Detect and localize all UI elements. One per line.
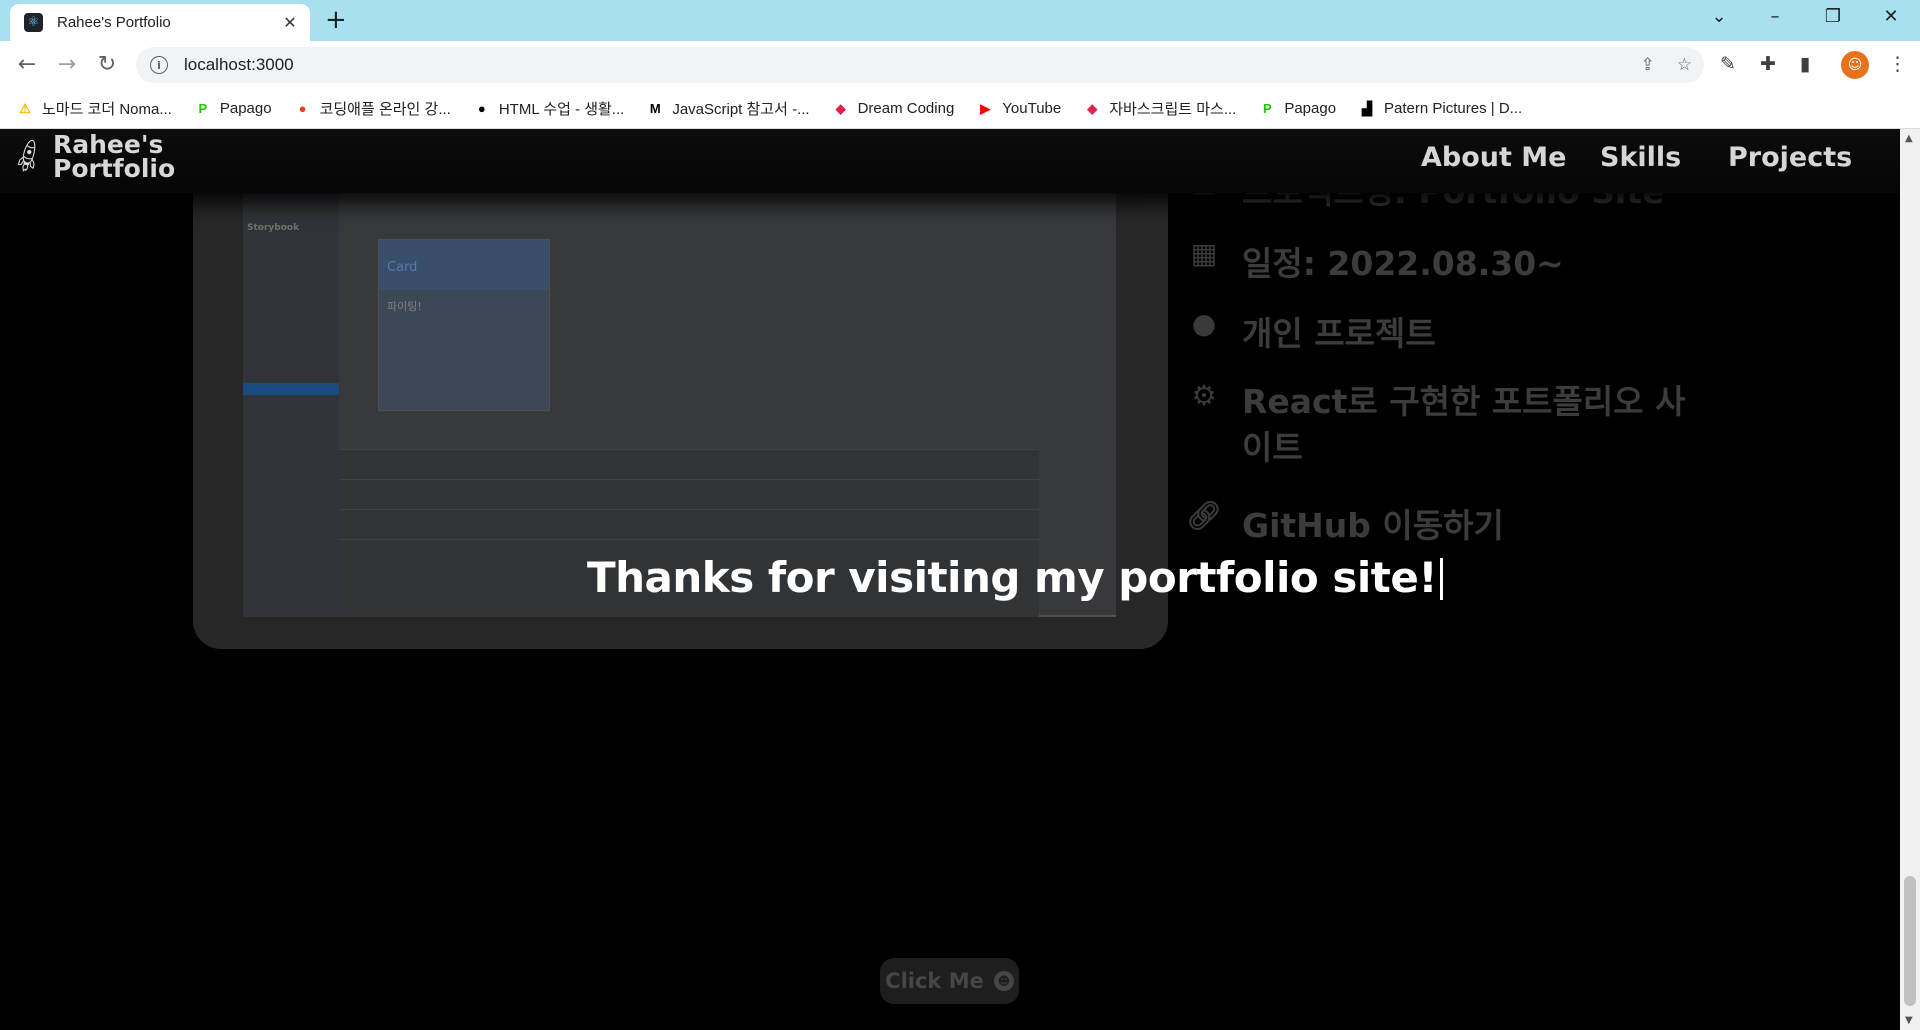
project-date-row: ▦ 일정: 2022.08.30~ (1186, 237, 1564, 285)
bookmark-label: Dream Coding (857, 100, 955, 117)
new-tab-button[interactable]: + (325, 7, 347, 33)
browser-titlebar: ⚛ Rahee's Portfolio ✕ + ⌄ – ❐ ✕ (0, 0, 1920, 41)
bookmark-item[interactable]: ● HTML 수업 - 생활... (473, 98, 624, 119)
eyedropper-icon[interactable]: ✎ (1720, 53, 1736, 75)
browser-tab[interactable]: ⚛ Rahee's Portfolio ✕ (10, 4, 310, 41)
bookmark-star-icon[interactable]: ☆ (1677, 55, 1692, 75)
restore-icon[interactable]: ❐ (1818, 6, 1848, 27)
user-icon: ● (1191, 307, 1217, 340)
window-close-icon[interactable]: ✕ (1876, 6, 1906, 27)
smile-icon: ☻ (993, 971, 1014, 991)
bookmark-label: 코딩애플 온라인 강... (319, 101, 451, 118)
bookmark-item[interactable]: ▟ Patern Pictures | D... (1358, 100, 1522, 118)
menu-icon[interactable]: ⋮ (1888, 53, 1907, 75)
browser-toolbar: ← → ↻ i localhost:3000 ⇪ ☆ ✎ ✚ ▮ ☺ ⋮ (0, 41, 1920, 89)
screenshot-card: Card 파이팅! (378, 239, 550, 411)
nomad-coders-icon: ⚠ (19, 100, 31, 116)
tab-search-icon[interactable]: ⌄ (1704, 6, 1734, 27)
back-icon[interactable]: ← (12, 52, 42, 77)
bookmark-item[interactable]: ● 코딩애플 온라인 강... (294, 98, 451, 119)
project-desc-line2: 이트 (1242, 428, 1303, 467)
bookmark-label: HTML 수업 - 생활... (498, 101, 625, 118)
bookmark-item[interactable]: ◆ Dream Coding (832, 100, 955, 118)
scrollbar-thumb[interactable] (1904, 876, 1916, 1006)
dream-coding-icon: ◆ (1087, 100, 1098, 116)
project-desc-line1: React로 구현한 포트폴리오 사 (1242, 382, 1686, 421)
page-scrollbar[interactable]: ▲ ▼ (1900, 129, 1920, 1030)
github-link-label[interactable]: GitHub 이동하기 (1242, 499, 1504, 547)
bookmarks-bar: ⚠ 노마드 코더 Noma... P Papago ● 코딩애플 온라인 강... ● HTM… (0, 89, 1920, 129)
screenshot-card-title: Card (387, 260, 418, 275)
project-type-row: ● 개인 프로젝트 (1186, 307, 1436, 355)
thanks-text: Thanks for visiting my portfolio site! (587, 553, 1438, 602)
dream-coding-icon: ◆ (835, 100, 846, 116)
site-header: 🚀︎ Rahee's Portfolio About Me Skills Pro… (0, 129, 1900, 193)
papago-icon: P (198, 101, 208, 116)
project-date: 일정: 2022.08.30~ (1242, 244, 1564, 283)
profile-avatar[interactable]: ☺ (1841, 51, 1869, 79)
project-desc-row: ⚙ React로 구현한 포트폴리오 사 이트 (1186, 379, 1685, 471)
address-bar[interactable]: i localhost:3000 ⇪ ☆ (136, 47, 1704, 83)
bookmark-item[interactable]: ◆ 자바스크립트 마스... (1083, 98, 1236, 119)
screenshot-card-body: 파이팅! (387, 300, 422, 313)
site-logo[interactable]: 🚀︎ Rahee's Portfolio (7, 132, 176, 183)
bookmark-label: 자바스크립트 마스... (1109, 101, 1237, 118)
bookmark-item[interactable]: P Papago (194, 100, 272, 118)
bookmark-label: JavaScript 참고서 -... (672, 101, 810, 118)
rocket-icon: 🚀︎ (6, 135, 51, 179)
nav-projects[interactable]: Projects (1728, 142, 1852, 173)
site-info-icon[interactable]: i (150, 56, 168, 74)
bookmark-item[interactable]: ▶ YouTube (976, 100, 1061, 118)
mdn-icon: M (649, 101, 661, 116)
logo-line2: Portfolio (53, 154, 176, 183)
bookmark-item[interactable]: M JavaScript 참고서 -... (646, 98, 810, 119)
url-text[interactable]: localhost:3000 (184, 55, 294, 75)
scroll-up-icon[interactable]: ▲ (1905, 133, 1913, 144)
page-viewport: Storybook Card 파이팅! ■ 프로젝트명: Portfolio S… (0, 129, 1900, 1030)
apple-icon: ● (298, 101, 307, 116)
share-icon[interactable]: ⇪ (1641, 55, 1655, 75)
project-type: 개인 프로젝트 (1242, 314, 1436, 353)
bookmark-label: Papago (219, 100, 272, 117)
typing-caret (1440, 558, 1444, 600)
click-me-button[interactable]: Click Me ☻ (880, 958, 1019, 1004)
reload-icon[interactable]: ↻ (92, 52, 122, 77)
link-icon: 🔗︎ (1186, 499, 1222, 532)
screenshot-sidebar-title: Storybook (247, 223, 300, 233)
bookmark-label: YouTube (1002, 100, 1062, 117)
scroll-down-icon[interactable]: ▼ (1905, 1015, 1913, 1026)
youtube-icon: ▶ (980, 100, 991, 116)
extensions-icon[interactable]: ✚ (1760, 53, 1776, 75)
github-link[interactable]: 🔗︎ GitHub 이동하기 (1186, 499, 1504, 547)
screenshot-image: Storybook Card 파이팅! (243, 129, 1116, 617)
bookmark-label: 노마드 코더 Noma... (42, 101, 172, 118)
nav-about-me[interactable]: About Me (1421, 142, 1566, 173)
bookmark-item[interactable]: P Papago (1258, 100, 1336, 118)
click-me-label: Click Me (885, 969, 984, 993)
tab-title: Rahee's Portfolio (57, 14, 171, 31)
calendar-icon: ▦ (1190, 237, 1218, 270)
bookmark-label: Patern Pictures | D... (1384, 100, 1523, 117)
thanks-message: Thanks for visiting my portfolio site! (587, 553, 1444, 602)
nav-skills[interactable]: Skills (1600, 142, 1681, 173)
papago-icon: P (1262, 101, 1272, 116)
bookmark-label: Papago (1284, 100, 1337, 117)
side-panel-icon[interactable]: ▮ (1800, 53, 1810, 75)
bookmark-item[interactable]: ⚠ 노마드 코더 Noma... (16, 98, 172, 119)
patern-icon: ▟ (1362, 100, 1373, 116)
close-tab-icon[interactable]: ✕ (280, 13, 300, 32)
react-icon: ⚛ (24, 13, 43, 32)
forward-icon[interactable]: → (52, 52, 82, 77)
gear-icon: ⚙ (1191, 379, 1217, 412)
circle-icon: ● (477, 101, 486, 116)
minimize-icon[interactable]: – (1760, 6, 1790, 27)
